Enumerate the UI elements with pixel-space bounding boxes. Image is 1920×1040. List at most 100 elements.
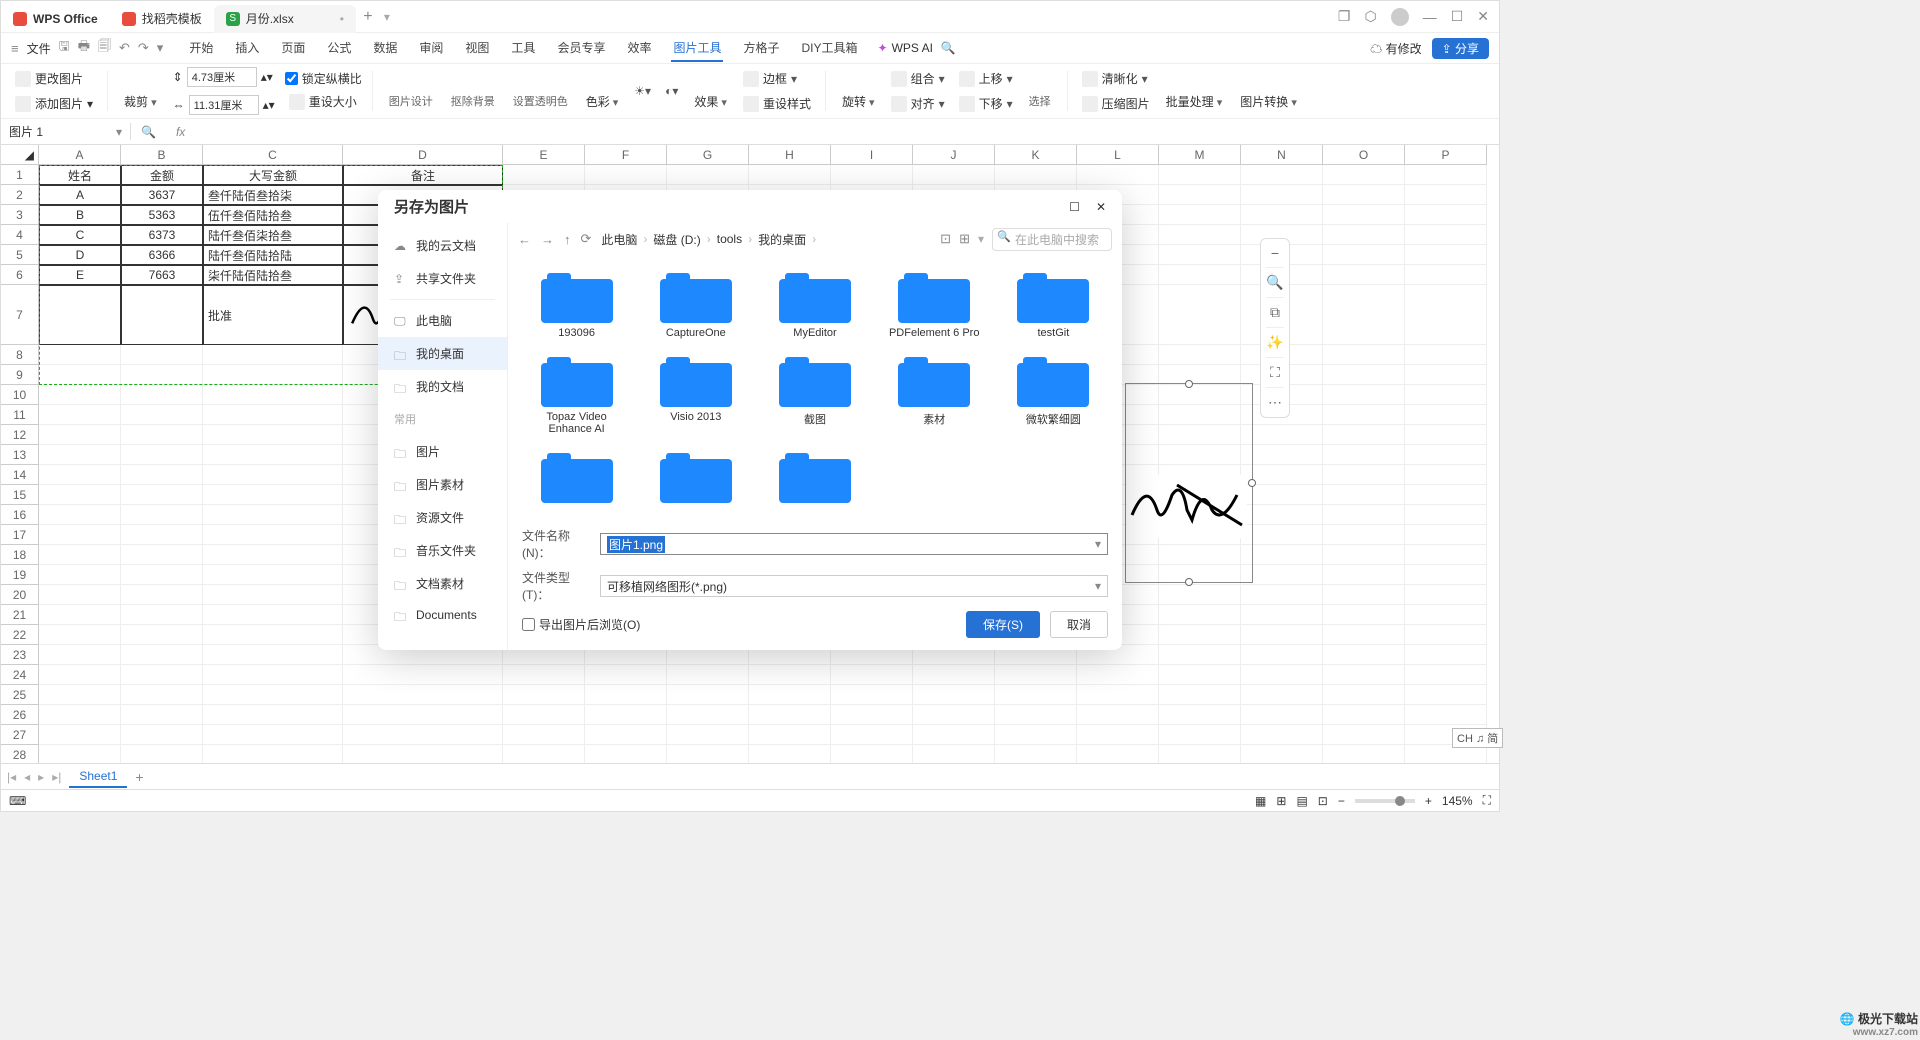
tab-wps-office[interactable]: WPS Office — [1, 5, 110, 33]
cell[interactable] — [995, 165, 1077, 185]
cell[interactable] — [667, 685, 749, 705]
cell[interactable]: 姓名 — [39, 165, 121, 185]
cell[interactable] — [1323, 645, 1405, 665]
cell[interactable] — [1159, 365, 1241, 385]
cell[interactable] — [203, 385, 343, 405]
cell[interactable] — [831, 685, 913, 705]
cell[interactable] — [995, 685, 1077, 705]
cell[interactable] — [1241, 605, 1323, 625]
folder-item[interactable]: 193096 — [522, 265, 631, 343]
sidebar-pc[interactable]: 🖵此电脑 — [378, 304, 507, 337]
zoom-slider[interactable] — [1355, 799, 1415, 803]
col-header[interactable]: E — [503, 145, 585, 165]
group[interactable]: 组合 ▾ — [887, 68, 949, 89]
wps-ai[interactable]: ✦WPS AI🔍 — [878, 41, 956, 55]
cell[interactable]: 备注 — [343, 165, 503, 185]
cell[interactable] — [1241, 545, 1323, 565]
cell[interactable] — [585, 685, 667, 705]
cell[interactable] — [1077, 725, 1159, 745]
cell[interactable] — [1159, 245, 1241, 265]
cell[interactable] — [39, 465, 121, 485]
reading-mode-icon[interactable]: ⊡ — [1318, 794, 1328, 808]
cell[interactable] — [667, 725, 749, 745]
col-header[interactable]: H — [749, 145, 831, 165]
folder-item[interactable] — [522, 445, 631, 511]
cell[interactable] — [831, 705, 913, 725]
row-header[interactable]: 21 — [1, 605, 39, 625]
cell[interactable] — [1241, 705, 1323, 725]
preview-icon[interactable]: 🗐 — [98, 37, 111, 59]
view-normal-icon[interactable]: ▦ — [1255, 794, 1266, 808]
cell[interactable] — [1241, 185, 1323, 205]
cell[interactable] — [913, 165, 995, 185]
undo-icon[interactable]: ↶ — [119, 40, 130, 56]
folder-item[interactable]: testGit — [999, 265, 1108, 343]
cell[interactable] — [39, 565, 121, 585]
menu-tab-开始[interactable]: 开始 — [187, 35, 215, 62]
cell[interactable] — [1159, 205, 1241, 225]
maximize-icon[interactable]: ☐ — [1451, 8, 1464, 25]
cell[interactable] — [39, 505, 121, 525]
cell[interactable] — [1323, 685, 1405, 705]
cell[interactable] — [121, 365, 203, 385]
cell[interactable]: 大写金额 — [203, 165, 343, 185]
cell[interactable] — [203, 565, 343, 585]
cell[interactable] — [913, 665, 995, 685]
folder-item[interactable]: Topaz Video Enhance AI — [522, 349, 631, 439]
height-input[interactable]: ⇕▴▾ — [169, 65, 279, 89]
col-header[interactable]: M — [1159, 145, 1241, 165]
row-header[interactable]: 11 — [1, 405, 39, 425]
col-header[interactable]: C — [203, 145, 343, 165]
compress[interactable]: 压缩图片 — [1078, 93, 1154, 114]
nav-back-icon[interactable]: ← — [518, 232, 531, 247]
cell[interactable] — [121, 485, 203, 505]
cell[interactable] — [203, 445, 343, 465]
cell[interactable] — [39, 665, 121, 685]
cell[interactable] — [585, 725, 667, 745]
row-header[interactable]: 10 — [1, 385, 39, 405]
file-menu[interactable]: 文件 — [27, 40, 51, 57]
crumb[interactable]: 我的桌面 — [758, 231, 806, 248]
cell[interactable] — [1323, 545, 1405, 565]
cell[interactable] — [39, 405, 121, 425]
col-header[interactable]: P — [1405, 145, 1487, 165]
cell[interactable] — [1405, 425, 1487, 445]
cell[interactable] — [121, 705, 203, 725]
cell[interactable] — [203, 585, 343, 605]
sidebar-desktop[interactable]: 🗀我的桌面 — [378, 337, 507, 370]
view-layout-icon[interactable]: ▤ — [1296, 794, 1307, 808]
cell[interactable] — [995, 705, 1077, 725]
cell[interactable] — [913, 725, 995, 745]
cell[interactable] — [749, 745, 831, 763]
cell[interactable] — [1323, 385, 1405, 405]
crop-group[interactable]: 裁剪 ▾ — [118, 73, 163, 110]
menu-tab-公式[interactable]: 公式 — [325, 35, 353, 62]
cell[interactable] — [39, 285, 121, 345]
cell[interactable] — [203, 525, 343, 545]
cell[interactable] — [1405, 265, 1487, 285]
row-header[interactable]: 17 — [1, 525, 39, 545]
cell[interactable] — [667, 745, 749, 763]
row-header[interactable]: 14 — [1, 465, 39, 485]
add-picture-button[interactable]: 添加图片▾ — [11, 93, 97, 114]
folder-item[interactable] — [760, 445, 869, 511]
cell[interactable] — [1323, 605, 1405, 625]
hex-icon[interactable]: ⬡ — [1364, 8, 1376, 25]
contrast[interactable]: ◐▾ — [661, 82, 682, 100]
cell[interactable] — [203, 665, 343, 685]
cell[interactable] — [667, 165, 749, 185]
row-header[interactable]: 19 — [1, 565, 39, 585]
menu-tab-插入[interactable]: 插入 — [233, 35, 261, 62]
cell[interactable] — [39, 725, 121, 745]
cell[interactable] — [121, 725, 203, 745]
cell[interactable] — [1405, 685, 1487, 705]
cloud-status[interactable]: ☁ 有修改 — [1370, 40, 1421, 57]
cell[interactable]: 伍仟叁佰陆拾叁 — [203, 205, 343, 225]
menu-tab-效率[interactable]: 效率 — [625, 35, 653, 62]
fullscreen-icon[interactable]: ⛶ — [1483, 793, 1491, 808]
cell[interactable]: C — [39, 225, 121, 245]
save-icon[interactable]: 🖫 — [59, 37, 70, 59]
avatar[interactable] — [1391, 8, 1409, 26]
menu-tab-DIY工具箱[interactable]: DIY工具箱 — [800, 35, 860, 62]
sidebar-cloud[interactable]: ☁我的云文档 — [378, 229, 507, 262]
